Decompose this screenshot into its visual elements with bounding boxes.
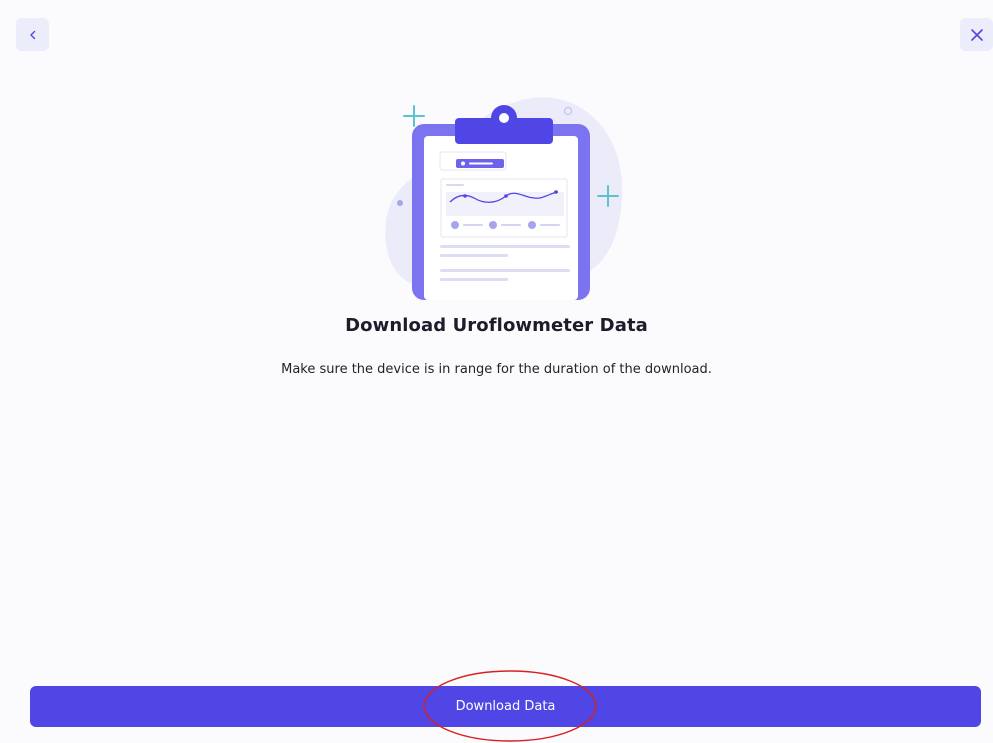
close-button[interactable] — [960, 18, 993, 51]
back-button[interactable] — [16, 18, 49, 51]
clipboard-illustration — [385, 97, 623, 300]
close-icon — [970, 28, 983, 41]
plus-icon — [403, 105, 425, 127]
clipboard-clip-hole — [499, 113, 509, 123]
dot-decoration — [397, 200, 403, 206]
page-subtitle: Make sure the device is in range for the… — [281, 362, 712, 377]
page-title: Download Uroflowmeter Data — [345, 315, 648, 336]
download-data-button[interactable]: Download Data — [30, 686, 981, 727]
chevron-left-icon — [29, 30, 35, 39]
download-data-label: Download Data — [455, 699, 556, 714]
